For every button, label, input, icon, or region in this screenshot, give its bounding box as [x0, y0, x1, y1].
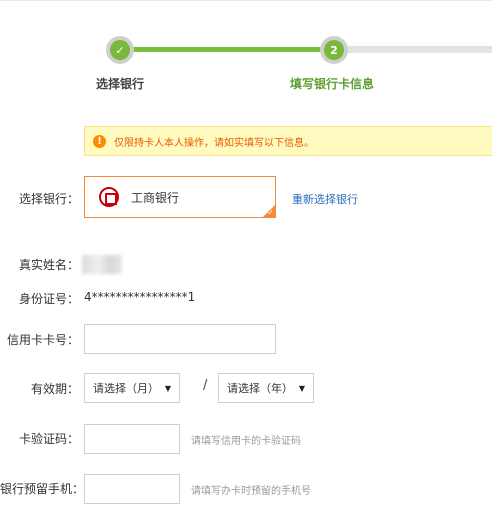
expiry-month-value: 请选择（月）	[93, 382, 159, 395]
dropdown-arrow-icon: ▼	[164, 383, 171, 393]
expiry-year-value: 请选择（年）	[227, 382, 293, 395]
icbc-logo-icon	[99, 187, 119, 207]
step-1-label: 选择银行	[96, 77, 145, 91]
bank-name: 工商银行	[131, 190, 180, 205]
progress-track-remaining	[334, 46, 492, 53]
cvv-input[interactable]	[84, 424, 180, 454]
info-notice: ! 仅限持卡人本人操作，请如实填写以下信息。	[84, 126, 492, 156]
step-2-label: 填写银行卡信息	[290, 77, 375, 91]
step-2-number: 2	[324, 40, 344, 60]
id-number-label: 身份证号：	[19, 292, 80, 306]
progress-track-complete	[120, 47, 334, 52]
selected-bank-card[interactable]: 工商银行 ✓	[84, 176, 276, 218]
phone-hint: 请填写办卡时预留的手机号	[191, 486, 311, 497]
cvv-hint: 请填写信用卡的卡验证码	[191, 436, 301, 447]
expiry-label: 有效期：	[31, 382, 80, 396]
step-2-indicator: 2	[320, 36, 348, 64]
id-number-value: 4****************1	[84, 290, 196, 304]
expiry-separator: /	[203, 378, 208, 393]
card-number-label: 信用卡卡号：	[7, 333, 80, 347]
real-name-value-redacted	[82, 255, 122, 274]
phone-label: 银行预留手机：	[0, 482, 85, 496]
real-name-label: 真实姓名：	[19, 258, 80, 272]
card-number-input[interactable]	[84, 324, 276, 354]
selected-check-icon: ✓	[267, 208, 274, 217]
dropdown-arrow-icon: ▼	[298, 383, 305, 393]
alert-icon: !	[93, 134, 106, 148]
step-1-indicator: ✓	[106, 36, 134, 64]
expiry-year-select[interactable]: 请选择（年） ▼	[218, 373, 314, 403]
expiry-month-select[interactable]: 请选择（月） ▼	[84, 373, 180, 403]
reselect-bank-link[interactable]: 重新选择银行	[292, 191, 358, 207]
checkmark-icon: ✓	[110, 40, 130, 60]
cvv-label: 卡验证码：	[19, 432, 80, 446]
notice-text: 仅限持卡人本人操作，请如实填写以下信息。	[114, 137, 314, 149]
top-divider	[0, 0, 492, 1]
bank-label: 选择银行：	[19, 192, 80, 206]
phone-input[interactable]	[84, 474, 180, 504]
